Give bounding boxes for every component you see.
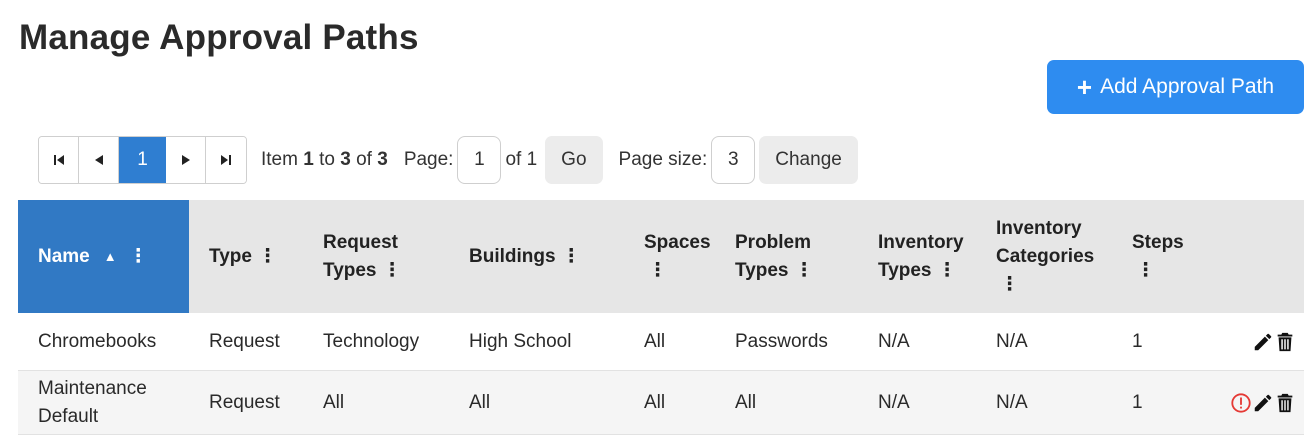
cell-inventory-categories: N/A — [996, 330, 1028, 352]
column-menu-icon[interactable]: ⋮ — [258, 243, 277, 271]
pencil-icon[interactable] — [1252, 331, 1274, 353]
column-menu-icon[interactable]: ⋮ — [938, 260, 957, 281]
column-header-spaces[interactable]: Spaces ⋮ — [624, 200, 715, 313]
next-page-button[interactable] — [166, 137, 206, 183]
page-size-label: Page size: — [618, 149, 708, 170]
add-approval-path-button[interactable]: + Add Approval Path — [1047, 60, 1304, 114]
plus-icon: + — [1076, 72, 1093, 102]
column-header-inventory-categories[interactable]: Inventory Categories ⋮ — [976, 200, 1112, 313]
column-menu-icon[interactable]: ⋮ — [1136, 260, 1155, 281]
cell-spaces: All — [644, 330, 666, 352]
next-page-icon — [181, 155, 190, 165]
column-menu-icon[interactable]: ⋮ — [648, 260, 667, 281]
cell-name: Chromebooks — [38, 330, 157, 352]
pencil-icon[interactable] — [1252, 392, 1274, 414]
column-menu-icon[interactable]: ⋮ — [129, 243, 148, 271]
go-button[interactable]: Go — [545, 136, 603, 184]
page-of-text: of 1 — [505, 149, 538, 170]
column-header-request-types[interactable]: Request Types ⋮ — [303, 200, 449, 313]
table-row[interactable]: Maintenance Default Request All All All A… — [18, 371, 1304, 435]
change-button[interactable]: Change — [759, 136, 858, 184]
cell-inventory-categories: N/A — [996, 391, 1028, 413]
approval-paths-grid: Name ▲ ⋮ Type ⋮ Request Types ⋮ Buildings … — [18, 200, 1304, 435]
pager: 1 Item 1 to 3 of 3 Page: 1 of 1 Go Page … — [38, 136, 858, 184]
last-page-button[interactable] — [206, 137, 246, 183]
page-size-input[interactable]: 3 — [711, 136, 756, 184]
cell-steps: 1 — [1132, 330, 1143, 352]
cell-inventory-types: N/A — [878, 330, 910, 352]
cell-type: Request — [209, 330, 280, 352]
table-row[interactable]: Chromebooks Request Technology High Scho… — [18, 313, 1304, 371]
cell-problem-types: Passwords — [735, 330, 828, 352]
first-page-icon — [53, 155, 64, 165]
cell-request-types: All — [323, 391, 345, 413]
column-header-buildings[interactable]: Buildings ⋮ — [449, 200, 624, 313]
trash-icon[interactable] — [1274, 331, 1296, 353]
cell-steps: 1 — [1132, 391, 1143, 413]
column-menu-icon[interactable]: ⋮ — [383, 260, 402, 281]
prev-page-button[interactable] — [79, 137, 119, 183]
page-1-button[interactable]: 1 — [119, 137, 166, 183]
item-range-text: Item 1 to 3 of 3 — [261, 149, 388, 170]
column-menu-icon[interactable]: ⋮ — [562, 243, 581, 271]
column-header-type[interactable]: Type ⋮ — [189, 200, 303, 313]
row-actions — [1182, 331, 1304, 353]
column-header-steps[interactable]: Steps ⋮ — [1112, 200, 1304, 313]
row-actions — [1182, 392, 1304, 414]
cell-buildings: High School — [469, 330, 572, 352]
page-number-input[interactable]: 1 — [457, 136, 502, 184]
cell-inventory-types: N/A — [878, 391, 910, 413]
column-menu-icon[interactable]: ⋮ — [1000, 274, 1019, 295]
trash-icon[interactable] — [1274, 392, 1296, 414]
cell-buildings: All — [469, 391, 491, 413]
column-header-name[interactable]: Name ▲ ⋮ — [18, 200, 189, 313]
page-title: Manage Approval Paths — [19, 18, 419, 57]
page-label: Page: — [403, 149, 454, 170]
prev-page-icon — [94, 155, 103, 165]
exclamation-circle-icon[interactable] — [1230, 392, 1252, 414]
grid-header: Name ▲ ⋮ Type ⋮ Request Types ⋮ Buildings … — [18, 200, 1304, 313]
pager-buttons: 1 — [38, 136, 247, 184]
column-header-problem-types[interactable]: Problem Types ⋮ — [715, 200, 858, 313]
add-approval-path-label: Add Approval Path — [1100, 75, 1275, 98]
cell-problem-types: All — [735, 391, 757, 413]
last-page-icon — [221, 155, 231, 165]
cell-name: Maintenance Default — [38, 377, 147, 427]
first-page-button[interactable] — [39, 137, 79, 183]
column-header-inventory-types[interactable]: Inventory Types ⋮ — [858, 200, 976, 313]
cell-request-types: Technology — [323, 330, 420, 352]
column-menu-icon[interactable]: ⋮ — [795, 260, 814, 281]
cell-spaces: All — [644, 391, 666, 413]
sort-ascending-icon: ▲ — [103, 248, 117, 264]
cell-type: Request — [209, 391, 280, 413]
